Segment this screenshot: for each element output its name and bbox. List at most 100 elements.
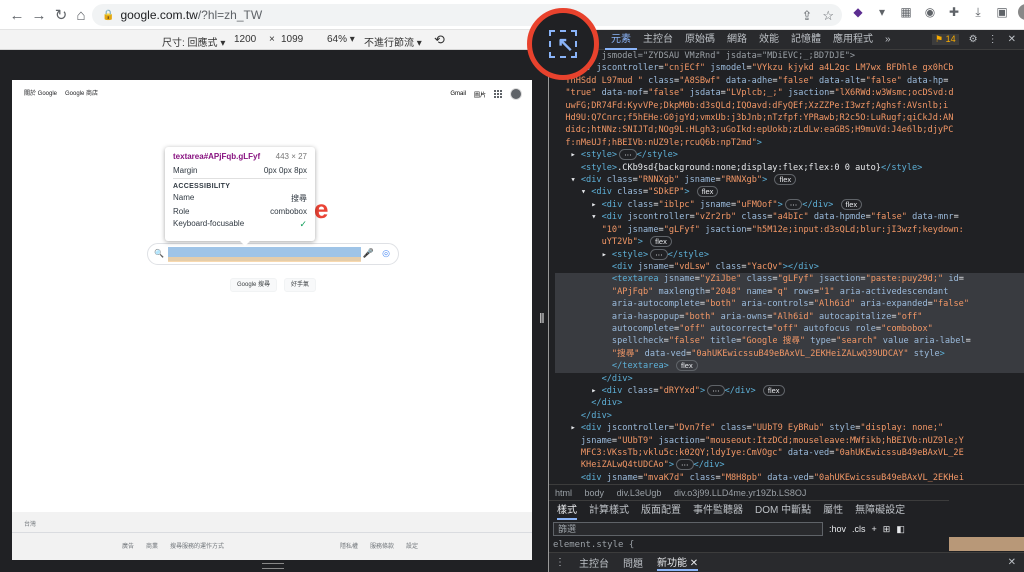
breadcrumb-item[interactable]: div.o3j99.LLD4me.yr19Zb.LS8OJ xyxy=(674,488,806,498)
browser-toolbar: ← → ↻ ⌂ 🔒 google.com.tw /?hl=zh_TW ⇪ ☆ ◆… xyxy=(0,0,1024,30)
microphone-icon[interactable]: 🎤 xyxy=(363,248,374,259)
computed-toggle-icon[interactable]: ⊞ xyxy=(883,524,891,535)
images-link[interactable]: 圖片 xyxy=(474,90,486,99)
element-style-rule[interactable]: element.style { xyxy=(553,540,634,550)
tab-console[interactable]: 主控台 xyxy=(637,30,679,50)
issues-count: 14 xyxy=(945,34,956,44)
tab-sources[interactable]: 原始碼 xyxy=(679,30,721,50)
profile-avatar-icon[interactable] xyxy=(1018,4,1024,20)
breadcrumb: html body div.L3eUgb div.o3j99.LLD4me.yr… xyxy=(549,484,1024,500)
extension-icon[interactable]: ◆ xyxy=(850,4,866,20)
address-bar[interactable]: 🔒 google.com.tw /?hl=zh_TW ⇪ ☆ xyxy=(92,4,842,26)
issues-badge[interactable]: ⚑ 14 xyxy=(932,34,959,45)
tab-application[interactable]: 應用程式 xyxy=(827,30,879,50)
tab-properties[interactable]: 屬性 xyxy=(823,501,843,520)
role-label: Role xyxy=(173,207,190,216)
drawer-menu-icon[interactable]: ⋮ xyxy=(555,557,565,568)
gmail-link[interactable]: Gmail xyxy=(450,91,466,97)
lock-icon: 🔒 xyxy=(102,9,115,21)
drawer-tabs: ⋮ 主控台 問題 新功能 ✕ ✕ xyxy=(549,552,1024,572)
footer-link[interactable]: 設定 xyxy=(406,541,418,550)
styles-filter-row: 篩選 :hov .cls + ⊞ ◧ xyxy=(549,520,949,538)
extension-icon[interactable]: ◉ xyxy=(922,4,938,20)
tab-computed[interactable]: 計算樣式 xyxy=(589,501,629,520)
times-sign: × xyxy=(269,34,275,45)
home-icon[interactable]: ⌂ xyxy=(70,4,92,26)
tab-accessibility[interactable]: 無障礙設定 xyxy=(855,501,905,520)
bookmark-star-icon[interactable]: ☆ xyxy=(822,8,834,24)
device-toolbar: 尺寸: 回應式 ▾ 1200 × 1099 64% ▾ 不進行節流 ▾ ⟲ xyxy=(0,30,548,50)
google-logo-fragment: e xyxy=(314,194,329,224)
margin-highlight xyxy=(168,257,361,262)
resize-handle[interactable] xyxy=(262,563,284,569)
add-rule-icon[interactable]: + xyxy=(872,524,877,534)
google-store-link[interactable]: Google 商店 xyxy=(65,88,98,97)
split-handle-icon[interactable]: ‖ xyxy=(539,310,545,326)
forward-icon[interactable]: → xyxy=(28,4,50,26)
drawer-close-icon[interactable]: ✕ xyxy=(1008,557,1016,568)
apps-grid-icon[interactable] xyxy=(494,90,502,98)
role-value: combobox xyxy=(270,207,307,216)
breadcrumb-item[interactable]: div.L3eUgb xyxy=(617,488,662,498)
drawer-tab-whats-new[interactable]: 新功能 ✕ xyxy=(657,554,699,571)
width-input[interactable]: 1200 xyxy=(234,34,256,45)
height-input[interactable]: 1099 xyxy=(281,34,303,45)
tab-event-listeners[interactable]: 事件監聽器 xyxy=(693,501,743,520)
sidebar-toggle-icon[interactable]: ◧ xyxy=(896,524,905,535)
footer-link[interactable]: 搜尋服務的運作方式 xyxy=(170,541,224,550)
name-label: Name xyxy=(173,193,195,202)
margin-label: Margin xyxy=(173,166,198,175)
about-google-link[interactable]: 關於 Google xyxy=(24,88,57,97)
dimensions-dropdown[interactable]: 尺寸: 回應式 ▾ xyxy=(162,34,225,49)
cls-toggle[interactable]: .cls xyxy=(852,524,866,534)
tooltip-arrow xyxy=(240,241,250,246)
share-icon[interactable]: ⇪ xyxy=(801,8,812,24)
tab-styles[interactable]: 樣式 xyxy=(557,501,577,520)
tab-elements[interactable]: 元素 xyxy=(605,30,637,50)
dom-tree[interactable]: <div jsmodel="ZYDSAU VMzRnd" jsdata="MDi… xyxy=(549,50,1024,482)
devtools-panel: 元素 主控台 原始碼 網路 效能 記憶體 應用程式 » ⚑ 14 ⚙ ⋮ ✕ <… xyxy=(549,30,1024,572)
hov-toggle[interactable]: :hov xyxy=(829,524,846,534)
google-search-button[interactable]: Google 搜尋 xyxy=(230,278,278,292)
more-tabs-button[interactable]: » xyxy=(879,30,897,50)
selected-node[interactable]: <textarea jsname="yZiJbe" class="gLFyf" … xyxy=(555,273,1024,373)
search-icon: 🔍 xyxy=(154,249,164,258)
puzzle-icon[interactable]: ✚ xyxy=(946,4,962,20)
close-icon[interactable]: ✕ xyxy=(1008,34,1016,45)
download-icon[interactable]: ⤓ xyxy=(970,4,986,20)
inspect-tooltip: textarea#APjFqb.gLFyf 443 × 27 Margin 0p… xyxy=(165,147,315,241)
tab-network[interactable]: 網路 xyxy=(721,30,753,50)
url-path: /?hl=zh_TW xyxy=(197,8,263,22)
footer-link[interactable]: 服務條款 xyxy=(370,541,394,550)
more-options-icon[interactable]: ⋮ xyxy=(988,34,998,45)
rotate-icon[interactable]: ⟲ xyxy=(434,32,445,48)
tab-layout[interactable]: 版面配置 xyxy=(641,501,681,520)
footer-link[interactable]: 商業 xyxy=(146,541,158,550)
drawer-tab-console[interactable]: 主控台 xyxy=(579,555,609,570)
breadcrumb-item[interactable]: html xyxy=(555,488,572,498)
drawer-tab-label: 新功能 xyxy=(657,558,687,569)
tab-memory[interactable]: 記憶體 xyxy=(785,30,827,50)
throttle-dropdown[interactable]: 不進行節流 ▾ xyxy=(364,34,422,49)
footer-link[interactable]: 廣告 xyxy=(122,541,134,550)
reload-icon[interactable]: ↻ xyxy=(50,4,72,26)
search-box[interactable]: 🔍 🎤 ◎ xyxy=(147,243,399,265)
feeling-lucky-button[interactable]: 好手氣 xyxy=(284,278,317,292)
filter-input[interactable]: 篩選 xyxy=(553,522,823,536)
gear-icon[interactable]: ⚙ xyxy=(969,34,978,45)
footer-link[interactable]: 隱私權 xyxy=(340,541,358,550)
inspect-element-icon[interactable] xyxy=(549,30,577,58)
extension-icon[interactable]: ▾ xyxy=(874,4,890,20)
extension-icon[interactable]: ▦ xyxy=(898,4,914,20)
lens-icon[interactable]: ◎ xyxy=(382,248,390,259)
drawer-tab-issues[interactable]: 問題 xyxy=(623,555,643,570)
breadcrumb-item[interactable]: body xyxy=(585,488,605,498)
zoom-dropdown[interactable]: 64% ▾ xyxy=(327,34,355,45)
avatar[interactable] xyxy=(510,88,522,100)
back-icon[interactable]: ← xyxy=(6,4,28,26)
sidebar-icon[interactable]: ▣ xyxy=(994,4,1010,20)
tab-dom-breakpoints[interactable]: DOM 中斷點 xyxy=(755,501,811,520)
inspect-element-highlight xyxy=(527,8,599,80)
divider xyxy=(12,532,532,533)
tab-performance[interactable]: 效能 xyxy=(753,30,785,50)
